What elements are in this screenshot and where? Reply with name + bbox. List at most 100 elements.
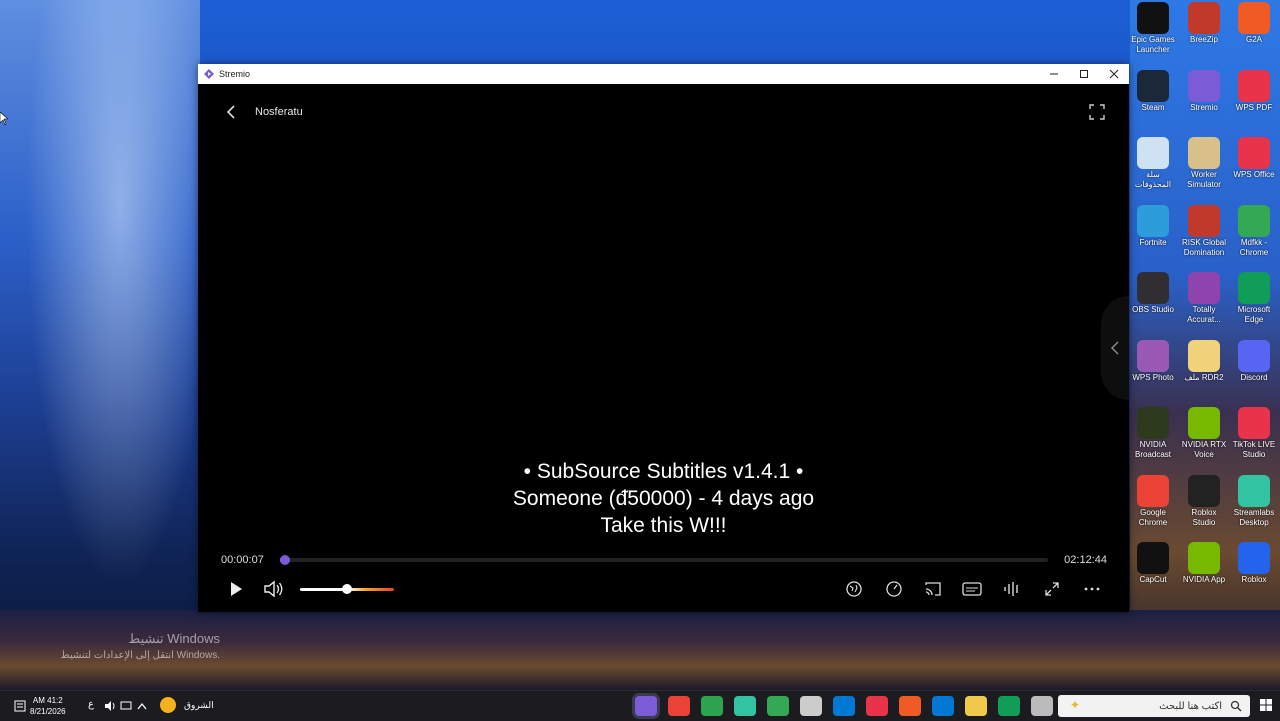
windows-start-icon[interactable] — [1260, 699, 1272, 711]
desktop-icon[interactable]: Discord — [1230, 339, 1278, 383]
desktop-icon[interactable]: WPS Photo — [1129, 339, 1177, 383]
chevron-left-icon — [1110, 341, 1119, 355]
gamepass-taskbar-icon[interactable] — [701, 696, 723, 716]
subtitles-button[interactable] — [961, 578, 983, 600]
desktop-icon[interactable]: NVIDIA Broadcast — [1129, 407, 1177, 460]
cast-icon — [925, 582, 941, 596]
taskview-taskbar-icon[interactable] — [1031, 696, 1053, 716]
desktop-icon[interactable]: RISK Global Domination — [1180, 204, 1228, 258]
desktop-icon[interactable]: Roblox Studio — [1180, 474, 1228, 528]
player-header: Nosferatu — [226, 104, 303, 120]
more-options-button[interactable] — [1081, 578, 1103, 600]
volume-thumb[interactable] — [342, 584, 352, 594]
sunrise-icon — [160, 697, 176, 713]
speaker-icon[interactable] — [104, 701, 116, 711]
side-panel-toggle[interactable] — [1101, 296, 1129, 400]
network-icon[interactable] — [120, 701, 132, 711]
desktop-icon-label: Totally Accurat... — [1187, 305, 1221, 324]
desktop-icon[interactable]: Stremio — [1180, 69, 1228, 113]
desktop-icon-label: TikTok LIVE Studio — [1232, 440, 1276, 459]
nvidia-app-icon — [1188, 542, 1220, 574]
streams-button[interactable] — [843, 578, 865, 600]
fullscreen-icon[interactable] — [1089, 104, 1105, 120]
store-taskbar-icon[interactable] — [833, 696, 855, 716]
desktop-icon[interactable]: Steam — [1129, 69, 1177, 113]
title-bar[interactable]: Stremio — [198, 64, 1129, 84]
desktop-icon-label: NVIDIA Broadcast — [1134, 440, 1172, 459]
desktop-icon[interactable]: NVIDIA App — [1180, 542, 1228, 585]
desktop-icon[interactable]: OBS Studio — [1129, 272, 1177, 315]
close-button[interactable] — [1099, 64, 1129, 84]
notifications-icon[interactable] — [14, 700, 26, 712]
mail-taskbar-icon[interactable] — [932, 696, 954, 716]
language-indicator[interactable]: ع — [88, 699, 94, 710]
desktop-icon[interactable]: Worker Simulator — [1180, 137, 1228, 190]
epic-games-icon — [1137, 2, 1169, 34]
seek-thumb[interactable] — [279, 555, 290, 565]
player-controls — [198, 578, 1129, 602]
desktop-icon[interactable]: Microsoft Edge — [1230, 272, 1278, 325]
seek-bar[interactable] — [279, 555, 1048, 565]
stremio-window: Stremio Nosferatu • SubSource Subtitles … — [198, 64, 1129, 612]
chrome-taskbar-icon[interactable] — [668, 696, 690, 716]
taskbar-clock[interactable]: AM 41:2 8/21/2026 — [30, 695, 66, 717]
desktop-icon[interactable]: WPS PDF — [1230, 69, 1278, 113]
sparkle-icon: ✦ — [1070, 698, 1081, 712]
desktop-icon[interactable]: TikTok LIVE Studio — [1230, 407, 1278, 460]
fortnite-icon — [1137, 204, 1169, 237]
desktop-icon[interactable]: Mdfkk - Chrome — [1230, 204, 1278, 258]
minimize-button[interactable] — [1039, 64, 1069, 84]
desktop-icon[interactable]: NVIDIA RTX Voice — [1180, 407, 1228, 460]
desktop-icon[interactable]: Epic Games Launcher — [1129, 2, 1177, 55]
desktop-icon[interactable]: ملف RDR2 — [1180, 339, 1228, 383]
desktop-icon[interactable]: Fortnite — [1129, 204, 1177, 248]
desktop-icon[interactable]: G2A — [1230, 2, 1278, 45]
chrome-profile-taskbar-icon[interactable] — [767, 696, 789, 716]
globe-icon — [846, 581, 862, 597]
worker-simulator-icon — [1188, 137, 1220, 169]
breezip-icon — [1188, 2, 1220, 34]
stremio-logo-icon — [204, 69, 214, 79]
desktop-icon[interactable]: CapCut — [1129, 542, 1177, 585]
wps-office-icon — [1238, 137, 1270, 169]
g2a-taskbar-icon[interactable] — [899, 696, 921, 716]
chevron-up-icon[interactable] — [137, 702, 147, 710]
playback-speed-button[interactable] — [883, 578, 905, 600]
nvidia-broadcast-icon — [1137, 407, 1169, 439]
desktop-icon-label: Stremio — [1190, 102, 1218, 112]
cast-button[interactable] — [922, 578, 944, 600]
explorer-taskbar-icon[interactable] — [965, 696, 987, 716]
audio-tracks-button[interactable] — [1001, 578, 1023, 600]
desktop-icon-label: Steam — [1141, 102, 1165, 112]
wps-photo-icon — [1137, 339, 1169, 372]
desktop-icon[interactable]: BreeZip — [1180, 2, 1228, 45]
back-button[interactable] — [226, 104, 240, 120]
desktop-icon[interactable]: WPS Office — [1230, 137, 1278, 180]
taskbar-search[interactable]: ✦ اكتب هنا للبحث — [1058, 695, 1250, 717]
desktop-icon[interactable]: Totally Accurat... — [1180, 272, 1228, 325]
desktop-icon-label: Mdfkk - Chrome — [1239, 237, 1269, 257]
stremio-taskbar-icon[interactable] — [635, 696, 657, 716]
weather-label: الشروق — [184, 699, 214, 710]
maximize-button[interactable] — [1069, 64, 1099, 84]
settings-taskbar-icon[interactable] — [800, 696, 822, 716]
discord-icon — [1238, 339, 1270, 372]
desktop-icon[interactable]: Streamlabs Desktop — [1230, 474, 1278, 528]
mouse-cursor-icon — [0, 112, 8, 126]
play-button[interactable] — [225, 578, 247, 600]
subtitle-line: Take this W!!! — [600, 514, 727, 537]
edge-taskbar-icon[interactable] — [998, 696, 1020, 716]
weather-widget[interactable]: الشروق — [160, 697, 214, 713]
desktop-icon[interactable]: Roblox — [1230, 542, 1278, 585]
wps-taskbar-icon[interactable] — [866, 696, 888, 716]
streamlabs-taskbar-icon[interactable] — [734, 696, 756, 716]
desktop-icon[interactable]: سلة المحذوفات — [1129, 137, 1177, 190]
edge-icon — [1238, 272, 1270, 304]
mute-button[interactable] — [263, 578, 285, 600]
desktop-icon[interactable]: Google Chrome — [1129, 474, 1177, 528]
activate-subtitle: انتقل إلى الإعدادات لتنشيط Windows. — [60, 650, 220, 661]
speedometer-icon — [886, 581, 902, 597]
subtitles-icon — [962, 582, 982, 596]
desktop-icon-label: NVIDIA App — [1182, 575, 1226, 584]
fullscreen-button[interactable] — [1041, 578, 1063, 600]
